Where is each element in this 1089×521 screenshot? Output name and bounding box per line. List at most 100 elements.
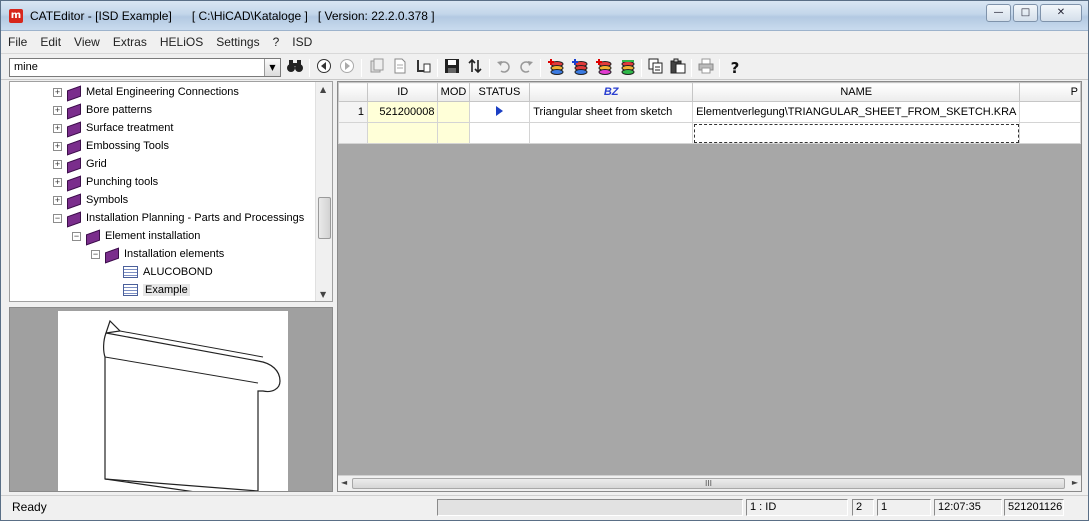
chevron-down-icon[interactable]: ▼	[264, 59, 280, 76]
db-add-blue-icon[interactable]	[594, 58, 614, 78]
tree-item-label: ALUCOBOND	[143, 266, 213, 278]
help-icon[interactable]: ?	[725, 58, 745, 78]
expand-icon[interactable]: +	[53, 195, 62, 205]
column-header-row-number[interactable]	[337, 82, 369, 102]
expand-icon[interactable]: +	[53, 87, 62, 97]
copy-entry-icon[interactable]	[367, 58, 387, 78]
forward-icon[interactable]	[337, 58, 357, 78]
menu-view[interactable]: View	[74, 35, 100, 49]
db-add-red-icon[interactable]	[570, 58, 590, 78]
undo-icon[interactable]	[494, 58, 514, 78]
column-header-status[interactable]: STATUS	[468, 82, 531, 102]
binoculars-icon[interactable]	[285, 58, 305, 78]
expand-icon[interactable]: +	[53, 123, 62, 133]
cell-status-new[interactable]	[468, 122, 531, 144]
scroll-up-icon[interactable]: ▲	[320, 85, 326, 94]
row-number-new[interactable]	[337, 122, 369, 144]
scroll-left-icon[interactable]: ◄	[341, 478, 347, 487]
tree-item-label: Grid	[86, 158, 107, 170]
catalog-tree[interactable]: + Metal Engineering Connections + Bore patt…	[9, 81, 333, 302]
close-button[interactable]: ✕	[1040, 4, 1082, 22]
tree-item[interactable]: Example	[110, 281, 190, 299]
cell-bz[interactable]: Triangular sheet from sketch	[529, 101, 694, 123]
expand-icon[interactable]: +	[53, 159, 62, 169]
back-icon[interactable]	[314, 58, 334, 78]
book-icon	[104, 248, 120, 261]
tree-item[interactable]: + Symbols	[53, 191, 128, 209]
menu-extras[interactable]: Extras	[113, 35, 147, 49]
collapse-icon[interactable]: −	[72, 231, 81, 241]
catalog-combo[interactable]: mine ▼	[9, 58, 281, 77]
tree-item[interactable]: ALUCOBOND	[110, 263, 213, 281]
copy-icon[interactable]	[646, 58, 666, 78]
tree-item[interactable]: − Installation Planning - Parts and Proce…	[53, 209, 304, 227]
db-green-icon[interactable]	[618, 58, 638, 78]
menu-file[interactable]: File	[8, 35, 27, 49]
db-add-icon[interactable]	[546, 58, 566, 78]
tree-item[interactable]: − Element installation	[72, 227, 200, 245]
cell-id-new[interactable]	[367, 122, 439, 144]
menu-isd[interactable]: ISD	[292, 35, 312, 49]
column-header-name[interactable]: NAME	[692, 82, 1021, 102]
column-header-mod[interactable]: MOD	[437, 82, 470, 102]
expand-icon[interactable]: +	[53, 177, 62, 187]
tree-item[interactable]: + Grid	[53, 155, 107, 173]
horizontal-scroll-thumb[interactable]: III	[352, 478, 1065, 489]
cell-p[interactable]	[1019, 101, 1081, 123]
column-header-p[interactable]: P	[1019, 82, 1081, 102]
scroll-right-icon[interactable]: ►	[1072, 478, 1078, 487]
tree-item[interactable]: + Metal Engineering Connections	[53, 83, 239, 101]
cell-p-new[interactable]	[1019, 122, 1081, 144]
table-row-new[interactable]	[337, 122, 1081, 144]
cell-bz-new[interactable]	[529, 122, 694, 144]
maximize-button[interactable]: □	[1013, 4, 1038, 22]
column-header-id[interactable]: ID	[367, 82, 439, 102]
menu-settings[interactable]: Settings	[216, 35, 259, 49]
column-header-bz[interactable]: BZ	[529, 82, 694, 102]
sort-icon[interactable]	[465, 58, 485, 78]
data-grid[interactable]: ID MOD STATUS BZ NAME P 1 521200008 Tria…	[337, 81, 1082, 492]
app-window: m CATEditor - [ISD Example] [ C:\HiCAD\K…	[0, 0, 1089, 521]
tree-item-label: Element installation	[105, 230, 201, 242]
new-entry-icon[interactable]	[413, 58, 433, 78]
status-arrow-icon	[495, 105, 503, 116]
tree-item-label: Metal Engineering Connections	[86, 86, 239, 98]
cell-mod[interactable]	[437, 101, 470, 123]
cell-mod-new[interactable]	[437, 122, 470, 144]
status-panel-row: 1	[877, 499, 931, 516]
book-icon	[66, 212, 82, 225]
document-icon[interactable]	[390, 58, 410, 78]
scroll-thumb[interactable]	[318, 197, 331, 239]
cell-id[interactable]: 521200008	[367, 101, 439, 123]
tree-item-label: Installation Planning - Parts and Proces…	[86, 212, 305, 224]
tree-item[interactable]: + Surface treatment	[53, 119, 173, 137]
grid-horizontal-scrollbar[interactable]: ◄ III ►	[338, 475, 1081, 491]
tree-item[interactable]: + Embossing Tools	[53, 137, 169, 155]
menu-edit[interactable]: Edit	[40, 35, 61, 49]
app-logo-icon[interactable]: m	[9, 9, 23, 23]
paste-icon[interactable]	[668, 58, 688, 78]
row-number[interactable]: 1	[337, 101, 369, 123]
tree-item[interactable]: + Punching tools	[53, 173, 158, 191]
redo-icon[interactable]	[516, 58, 536, 78]
cell-name[interactable]: Elementverlegung\TRIANGULAR_SHEET_FROM_S…	[692, 101, 1021, 123]
cell-name-new[interactable]	[692, 122, 1021, 144]
expand-icon[interactable]: +	[53, 141, 62, 151]
menu-help[interactable]: ?	[273, 35, 280, 49]
expand-icon[interactable]: +	[53, 105, 62, 115]
menu-helios[interactable]: HELiOS	[160, 35, 203, 49]
collapse-icon[interactable]: −	[91, 249, 100, 259]
save-icon[interactable]	[442, 58, 462, 78]
scroll-down-icon[interactable]: ▼	[320, 290, 326, 299]
table-row[interactable]: 1 521200008 Triangular sheet from sketch…	[337, 101, 1081, 123]
tree-item[interactable]: + Bore patterns	[53, 101, 152, 119]
collapse-icon[interactable]: −	[53, 213, 62, 223]
cell-status[interactable]	[468, 101, 531, 123]
combo-value: mine	[14, 61, 38, 73]
tree-item-label: Surface treatment	[86, 122, 174, 134]
tree-item[interactable]: − Installation elements	[91, 245, 224, 263]
print-icon[interactable]	[696, 58, 716, 78]
tree-scrollbar[interactable]: ▲ ▼	[315, 82, 332, 301]
minimize-button[interactable]: —	[986, 4, 1011, 22]
title-bar[interactable]: m CATEditor - [ISD Example] [ C:\HiCAD\K…	[1, 1, 1088, 31]
